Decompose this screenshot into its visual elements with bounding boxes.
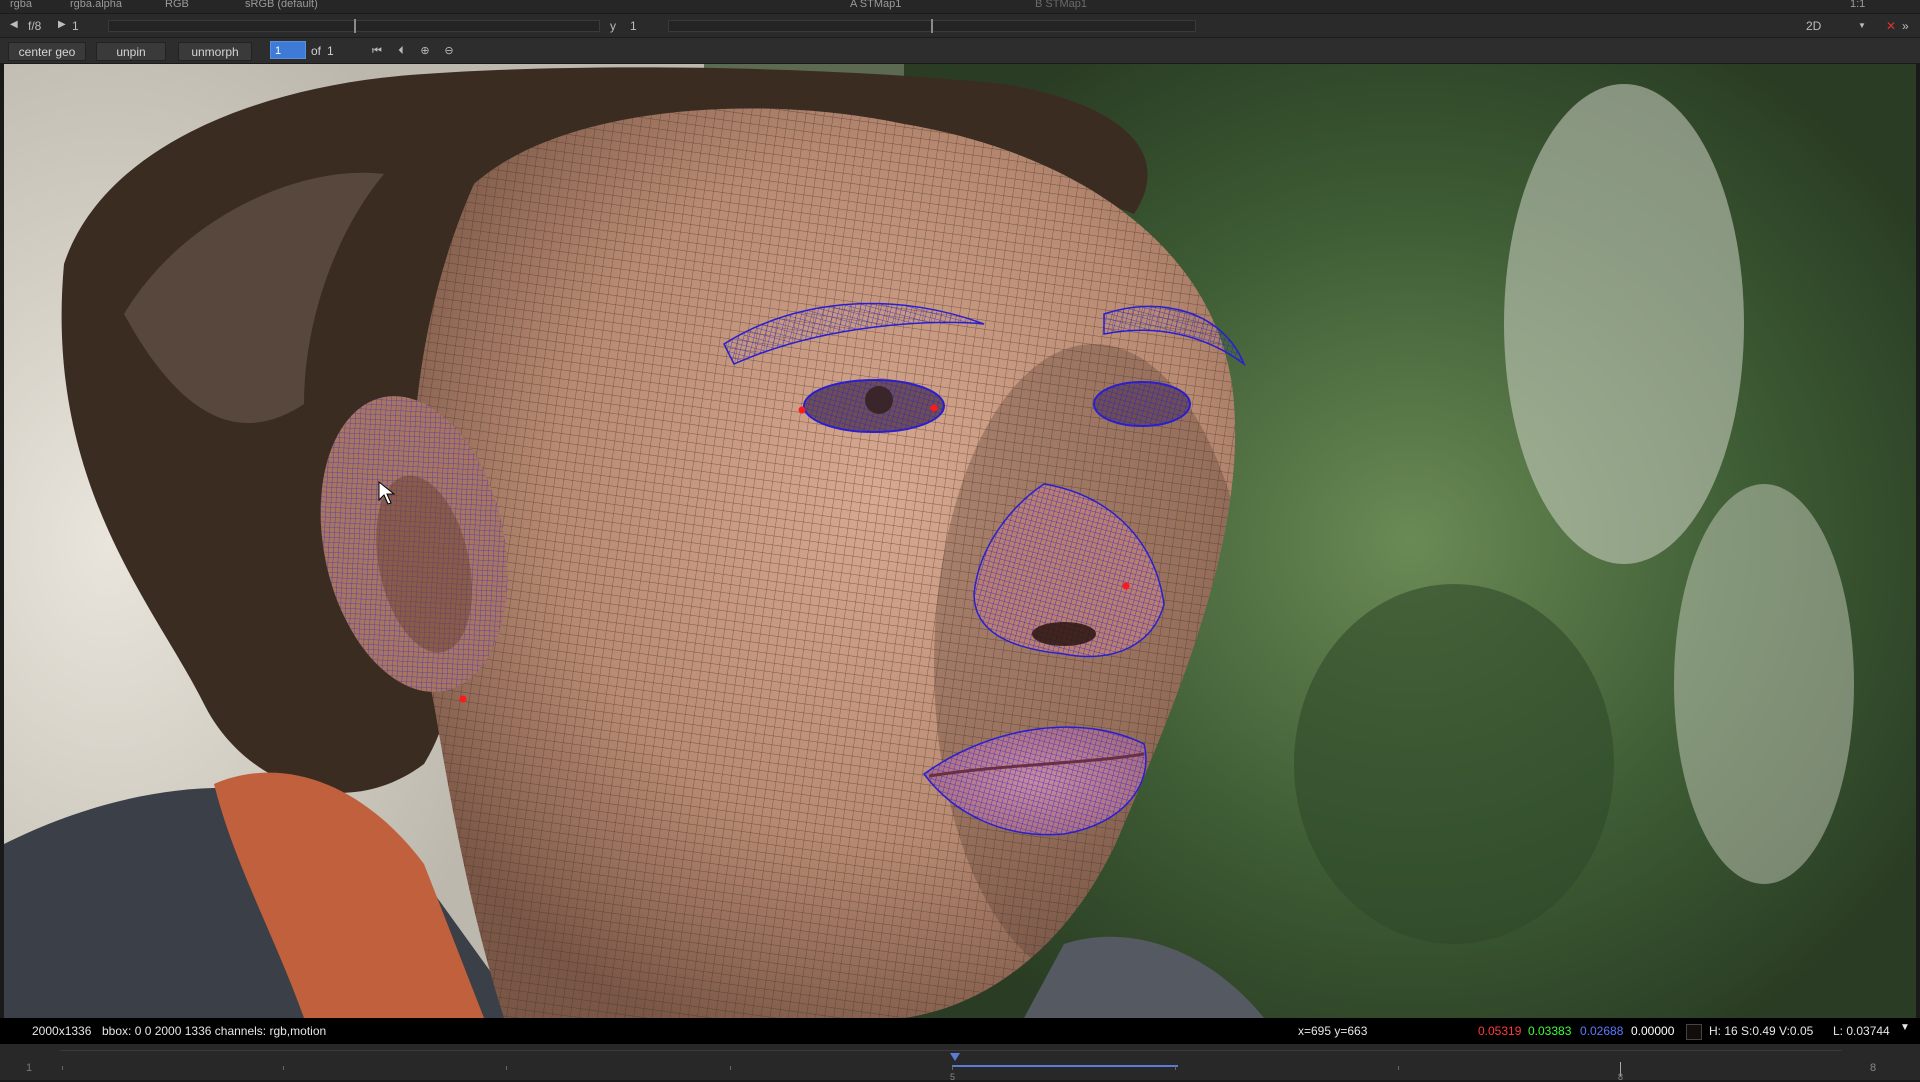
display-channel-select[interactable]: RGB (165, 0, 189, 10)
viewer-info-bar: 2000x1336 bbox: 0 0 2000 1336 channels: … (0, 1018, 1920, 1044)
timeline-start-label: 1 (26, 1062, 33, 1074)
timeline-end-label: 8 (1618, 1072, 1624, 1082)
viewer-settings-bar: ◀ f/8 ▶ 1 y 1 2D ▼ ✕ » (0, 14, 1920, 38)
timeline-tick (1398, 1066, 1399, 1070)
first-key-icon[interactable]: ⏮ (368, 43, 386, 59)
green-value: 0.03383 (1528, 1024, 1572, 1038)
alpha-value: 0.00000 (1631, 1024, 1675, 1038)
gain-slider-knob[interactable] (354, 19, 356, 33)
gamma-slider[interactable] (668, 19, 1196, 33)
timeline-mid-label: 5 (950, 1072, 956, 1082)
gain-value[interactable]: 1 (72, 19, 79, 33)
dropdown-arrow-icon[interactable]: ▼ (1858, 21, 1866, 30)
viewer-header-bar: rgba rgba.alpha RGB sRGB (default) A STM… (0, 0, 1920, 14)
colorspace-select[interactable]: sRGB (default) (245, 0, 318, 10)
alpha-channel-select[interactable]: rgba.alpha (70, 0, 122, 10)
record-icon[interactable]: ✕ (1886, 19, 1896, 33)
timeline-tick (506, 1066, 507, 1070)
prev-key-icon[interactable]: ⏴ (392, 43, 410, 59)
zoom-readout[interactable]: 1:1 (1850, 0, 1865, 10)
chevron-icon[interactable]: » (1902, 19, 1909, 33)
hsv-readout: H: 16 S:0.49 V:0.05 (1709, 1024, 1814, 1038)
viewer-canvas[interactable] (4, 64, 1916, 1018)
timeline-tick (283, 1066, 284, 1070)
view-mode-select[interactable]: 2D (1806, 19, 1821, 33)
red-value: 0.05319 (1478, 1024, 1522, 1038)
luma-readout: L: 0.03744 (1833, 1024, 1890, 1038)
prev-arrow-icon[interactable]: ◀ (10, 19, 18, 30)
end-frame-box[interactable]: 8 (1870, 1062, 1876, 1074)
pin-point[interactable] (459, 695, 467, 703)
input-a-select[interactable]: A STMap1 (850, 0, 901, 10)
center-geo-button[interactable]: center geo (8, 42, 86, 61)
fstop-readout[interactable]: f/8 (28, 19, 41, 33)
play-arrow-icon[interactable]: ▶ (58, 19, 66, 30)
gamma-label: y (610, 19, 616, 33)
gain-slider[interactable] (108, 19, 600, 33)
dropdown-arrow-icon[interactable]: ▼ (1900, 1022, 1910, 1033)
bbox-readout: bbox: 0 0 2000 1336 channels: rgb,motion (102, 1024, 327, 1038)
timeline-tick (952, 1066, 953, 1070)
blue-value: 0.02688 (1580, 1024, 1624, 1038)
timeline-tick (1175, 1066, 1176, 1070)
pin-point[interactable] (1122, 582, 1130, 590)
pin-point[interactable] (930, 404, 938, 412)
add-key-icon[interactable]: ⊕ (416, 43, 434, 59)
unmorph-button[interactable]: unmorph (178, 42, 252, 61)
viewer-image[interactable] (4, 64, 1916, 1018)
total-keyframes: 1 (327, 44, 334, 58)
timeline[interactable]: 1 5 8 8 (0, 1044, 1920, 1082)
playhead-icon[interactable] (950, 1053, 960, 1061)
color-swatch (1686, 1024, 1702, 1040)
tool-options-bar: center geo unpin unmorph 1 of 1 ⏮ ⏴ ⊕ ⊖ (0, 38, 1920, 64)
remove-key-icon[interactable]: ⊖ (440, 43, 458, 59)
gamma-value[interactable]: 1 (630, 19, 637, 33)
keyframe-range-bar (952, 1065, 1178, 1067)
cursor-coords: x=695 y=663 (1298, 1024, 1368, 1038)
keyframe-field[interactable]: 1 (270, 41, 306, 59)
format-readout: 2000x1336 (32, 1024, 92, 1038)
channels-select[interactable]: rgba (10, 0, 32, 10)
unpin-button[interactable]: unpin (96, 42, 166, 61)
gamma-slider-knob[interactable] (931, 19, 933, 33)
timeline-tick (730, 1066, 731, 1070)
pin-point[interactable] (798, 406, 806, 414)
timeline-tick (62, 1066, 63, 1070)
of-label: of (311, 44, 322, 58)
input-b-select[interactable]: B STMap1 (1035, 0, 1087, 10)
